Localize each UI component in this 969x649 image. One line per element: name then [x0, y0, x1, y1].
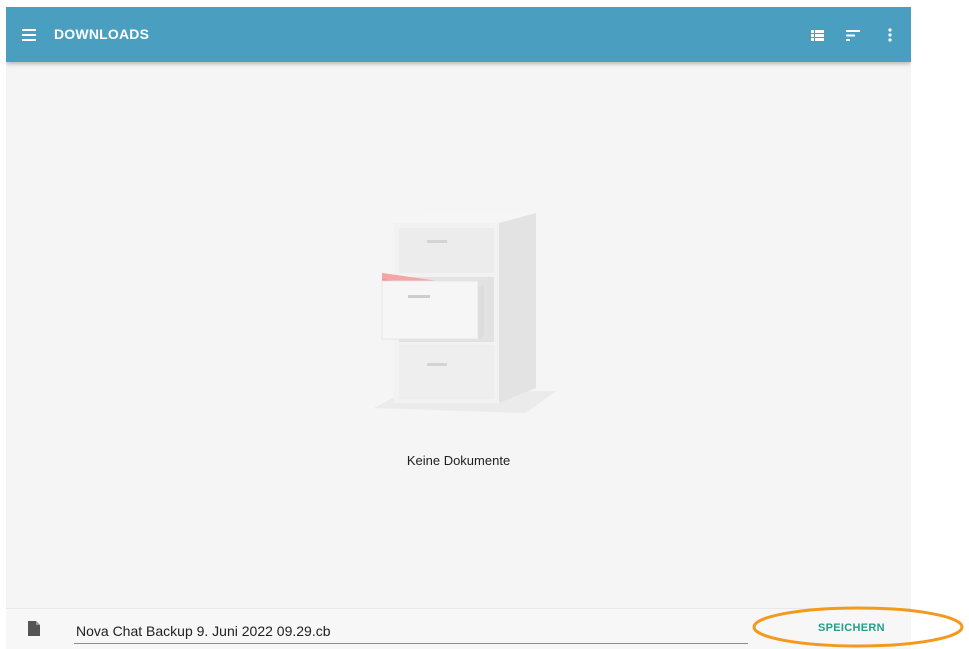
document-icon — [28, 621, 40, 641]
file-cabinet-icon — [366, 203, 566, 433]
empty-state-message: Keine Dokumente — [406, 453, 511, 468]
page-title: DOWNLOADS — [54, 26, 150, 42]
list-view-icon[interactable] — [805, 22, 831, 48]
save-button[interactable]: SPEICHERN — [818, 622, 885, 634]
app-bar: DOWNLOADS — [6, 7, 911, 62]
save-bar: SPEICHERN — [6, 608, 911, 649]
filename-input[interactable] — [74, 619, 748, 644]
hamburger-menu-icon[interactable] — [18, 23, 42, 47]
sort-icon[interactable] — [840, 22, 866, 48]
more-vert-icon[interactable] — [877, 22, 903, 48]
document-picker-screen: DOWNLOADS Keine Dokumente Nova Chat Back… — [6, 7, 911, 649]
